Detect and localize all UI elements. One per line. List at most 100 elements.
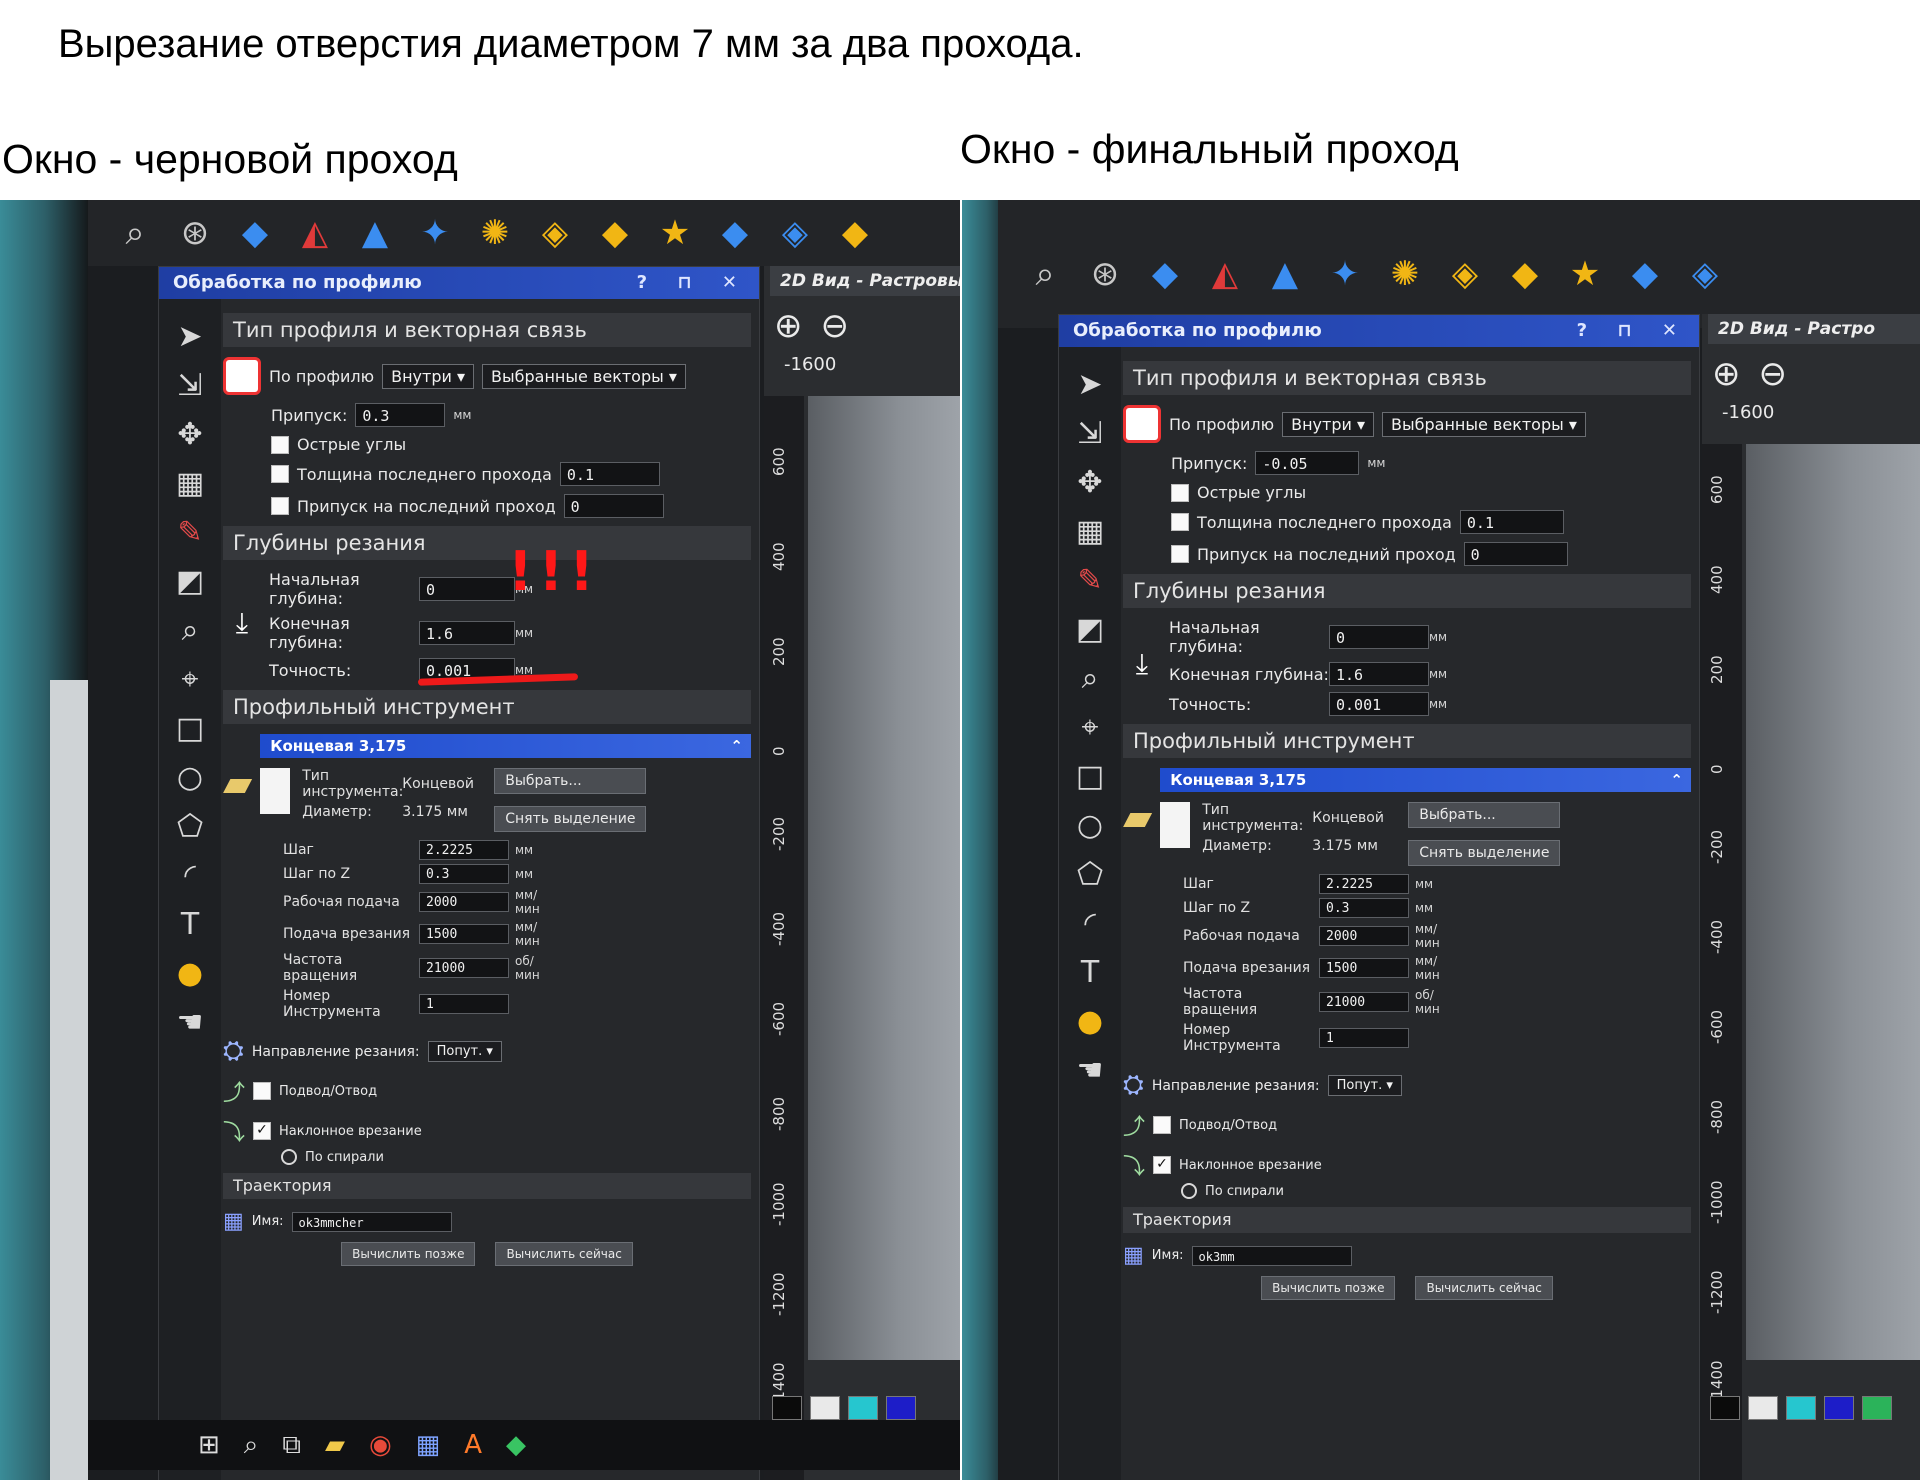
pencil-icon[interactable]: ✎ <box>1077 563 1102 598</box>
ribbon-icon[interactable]: ◭ <box>1202 251 1248 297</box>
section-profile[interactable]: Тип профиля и векторная связь <box>223 313 751 347</box>
drop-icon[interactable]: ● <box>177 956 203 991</box>
tool-database-icon[interactable]: ▰ <box>1123 795 1152 839</box>
drop-icon[interactable]: ● <box>1077 1004 1103 1039</box>
start-depth-input[interactable]: 0 <box>419 577 515 601</box>
arrow-3d-icon[interactable]: ▲ <box>352 210 398 256</box>
arrow-3d-icon[interactable]: ▲ <box>1262 251 1308 297</box>
aspire-icon[interactable]: A <box>464 1430 482 1460</box>
search-icon[interactable]: ⌕ <box>244 1430 259 1461</box>
drawing-canvas[interactable] <box>808 396 960 1360</box>
zoom-in-icon[interactable]: ⊕ <box>1712 354 1759 394</box>
prism2-icon[interactable]: ◈ <box>1682 251 1728 297</box>
circle-icon[interactable]: ○ <box>177 760 203 795</box>
last-pass-allowance-checkbox[interactable] <box>271 497 289 515</box>
texture-icon[interactable]: ✺ <box>1382 251 1428 297</box>
swatch-black[interactable] <box>772 1396 802 1420</box>
last-pass-thickness-checkbox[interactable] <box>1171 513 1189 531</box>
stepz-input[interactable]: 0.3 <box>1319 898 1409 918</box>
tool-header[interactable]: Концевая 3,175 ⌃ <box>260 734 751 758</box>
calc-now-button[interactable]: Вычислить сейчас <box>495 1242 633 1266</box>
eraser-icon[interactable]: ◩ <box>176 564 204 599</box>
last-pass-allowance-checkbox[interactable] <box>1171 545 1189 563</box>
swatch-blue[interactable] <box>886 1396 916 1420</box>
block-icon[interactable]: ◈ <box>532 210 578 256</box>
zoom-out-icon[interactable]: ⊖ <box>1759 354 1806 394</box>
task-view-icon[interactable]: ⧉ <box>282 1430 301 1461</box>
collapse-icon[interactable]: ⌃ <box>730 734 743 758</box>
section-tool[interactable]: Профильный инструмент <box>223 690 751 724</box>
text-icon[interactable]: T <box>181 907 199 942</box>
cluster-icon[interactable]: ✦ <box>412 210 458 256</box>
swatch-cyan[interactable] <box>1786 1396 1816 1420</box>
pencil-icon[interactable]: ✎ <box>177 515 202 550</box>
end-depth-input[interactable]: 1.6 <box>1329 662 1429 686</box>
side-select[interactable]: Внутри <box>1282 411 1374 437</box>
select-tool-button[interactable]: Выбрать... <box>1408 802 1561 828</box>
collapse-icon[interactable]: ⌃ <box>1670 768 1683 792</box>
allowance-input[interactable]: 0.3 <box>355 403 446 427</box>
allowance-input[interactable]: -0.05 <box>1255 451 1360 475</box>
calculator-app-icon[interactable]: ▦ <box>416 1430 441 1460</box>
slab-icon[interactable]: ◆ <box>832 210 878 256</box>
texture-icon[interactable]: ✺ <box>472 210 518 256</box>
direction-select[interactable]: Попут. <box>427 1041 502 1062</box>
section-profile[interactable]: Тип профиля и векторная связь <box>1123 361 1691 395</box>
arc-icon[interactable]: ◜ <box>1084 906 1096 941</box>
star-icon[interactable]: ★ <box>1562 251 1608 297</box>
rpm-input[interactable]: 21000 <box>1319 992 1409 1012</box>
windows-start-icon[interactable]: ⊞ <box>198 1430 220 1460</box>
tool-database-icon[interactable]: ▰ <box>223 761 252 805</box>
zoom-out-icon[interactable]: ⊖ <box>821 306 868 346</box>
text-icon[interactable]: T <box>1081 955 1099 990</box>
prism2-icon[interactable]: ◈ <box>772 210 818 256</box>
deselect-tool-button[interactable]: Снять выделение <box>494 806 647 832</box>
zoom-icon[interactable]: ⌕ <box>112 210 158 256</box>
panel-window-buttons[interactable]: ? ⊓ ✕ <box>637 267 749 299</box>
view-tab[interactable]: 2D Вид - Растровый <box>770 266 960 296</box>
circle-icon[interactable]: ○ <box>1077 808 1103 843</box>
step-input[interactable]: 2.2225 <box>419 840 509 860</box>
swatch-blue[interactable] <box>1824 1396 1854 1420</box>
arc-icon[interactable]: ◜ <box>184 858 196 893</box>
grid-icon[interactable]: ▦ <box>176 466 204 501</box>
hand-icon[interactable]: ☚ <box>1077 1053 1104 1088</box>
stepz-input[interactable]: 0.3 <box>419 864 509 884</box>
magnifier-icon[interactable]: ⌕ <box>1082 661 1099 696</box>
relief-icon[interactable]: ◆ <box>1502 251 1548 297</box>
vectors-select[interactable]: Выбранные векторы <box>482 363 686 389</box>
explorer-icon[interactable]: ▰ <box>325 1430 345 1460</box>
leadin-checkbox[interactable] <box>1153 1116 1172 1134</box>
grid-icon[interactable]: ▦ <box>1076 514 1104 549</box>
accuracy-input[interactable]: 0.001 <box>1329 692 1429 716</box>
select-tool-button[interactable]: Выбрать... <box>494 768 647 794</box>
spiral-radio[interactable] <box>1181 1183 1197 1199</box>
app-icon[interactable]: ◆ <box>506 1430 526 1460</box>
sharp-corners-checkbox[interactable] <box>1171 483 1189 502</box>
feed-input[interactable]: 2000 <box>1319 926 1409 946</box>
panel-window-buttons[interactable]: ? ⊓ ✕ <box>1577 315 1689 347</box>
view-tab[interactable]: 2D Вид - Растро <box>1708 314 1920 344</box>
prism-icon[interactable]: ◆ <box>712 210 758 256</box>
step-input[interactable]: 2.2225 <box>1319 874 1409 894</box>
vectors-select[interactable]: Выбранные векторы <box>1382 411 1586 437</box>
ribbon-icon[interactable]: ◭ <box>292 210 338 256</box>
swatch-white[interactable] <box>1748 1396 1778 1420</box>
toolno-input[interactable]: 1 <box>419 994 509 1014</box>
path-name-input[interactable]: ok3mmcher <box>291 1211 452 1232</box>
eraser-icon[interactable]: ◩ <box>1076 612 1104 647</box>
side-select[interactable]: Внутри <box>382 363 474 389</box>
end-depth-input[interactable]: 1.6 <box>419 621 515 645</box>
section-depths[interactable]: Глубины резания <box>223 526 751 560</box>
diamond-icon[interactable]: ◆ <box>232 210 278 256</box>
plunge-input[interactable]: 1500 <box>419 924 509 944</box>
node-edit-icon[interactable]: ⇲ <box>1077 416 1102 451</box>
orbit-icon[interactable]: ⊛ <box>172 210 218 256</box>
polyline-icon[interactable]: ⌖ <box>1082 710 1099 745</box>
deselect-tool-button[interactable]: Снять выделение <box>1408 840 1561 866</box>
section-path[interactable]: Траектория <box>223 1173 751 1199</box>
leadin-checkbox[interactable] <box>253 1082 272 1100</box>
section-path[interactable]: Траектория <box>1123 1207 1691 1233</box>
node-edit-icon[interactable]: ⇲ <box>177 368 202 403</box>
last-pass-allowance-input[interactable]: 0 <box>563 494 664 518</box>
